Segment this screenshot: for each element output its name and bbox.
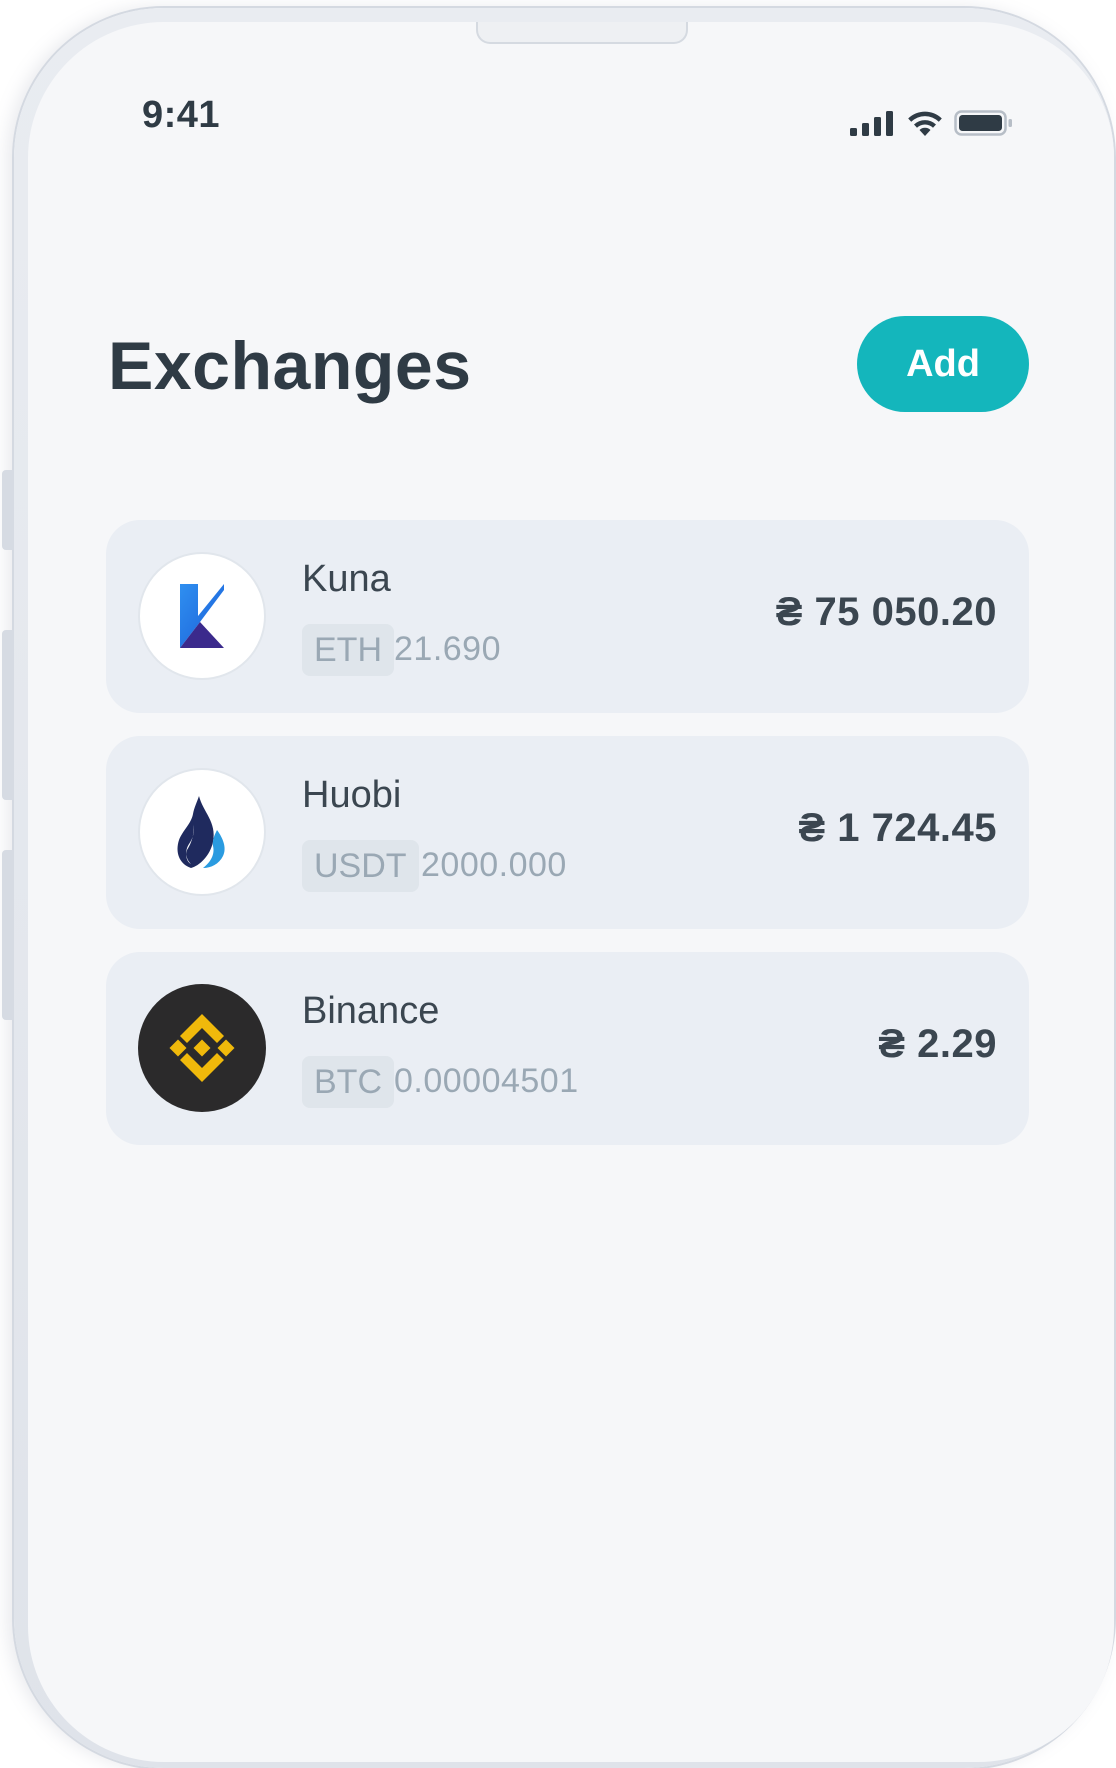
phone-side-button bbox=[2, 630, 14, 800]
speaker-notch bbox=[476, 22, 688, 44]
page-title: Exchanges bbox=[108, 328, 472, 404]
battery-icon bbox=[954, 110, 1012, 136]
add-exchange-button[interactable]: Add bbox=[857, 316, 1029, 412]
exchange-card-huobi[interactable]: Huobi USDT 2000.000 ₴ 1 724.45 bbox=[106, 736, 1029, 929]
exchange-name: Kuna bbox=[302, 558, 391, 600]
exchange-card-binance[interactable]: Binance BTC 0.00004501 ₴ 2.29 bbox=[106, 952, 1029, 1145]
phone-side-button bbox=[2, 850, 14, 1020]
crypto-amount: 2000.000 bbox=[421, 846, 567, 884]
fiat-value: ₴ 75 050.20 bbox=[775, 590, 997, 634]
phone-side-button bbox=[2, 470, 14, 550]
ticker-badge: BTC bbox=[302, 1056, 394, 1108]
huobi-logo-icon bbox=[138, 768, 266, 896]
fiat-value: ₴ 1 724.45 bbox=[798, 806, 997, 850]
crypto-amount: 21.690 bbox=[394, 630, 501, 668]
fiat-value: ₴ 2.29 bbox=[878, 1022, 997, 1066]
wifi-icon bbox=[908, 111, 942, 136]
exchange-name: Huobi bbox=[302, 774, 402, 816]
cellular-signal-icon bbox=[850, 111, 893, 136]
status-icons bbox=[850, 106, 1014, 140]
status-time: 9:41 bbox=[142, 94, 221, 136]
phone-screen: 9:41 Exchanges Add Kuna ETH 21.690 ₴ 75 … bbox=[28, 22, 1114, 1762]
exchange-card-kuna[interactable]: Kuna ETH 21.690 ₴ 75 050.20 bbox=[106, 520, 1029, 713]
kuna-logo-icon bbox=[138, 552, 266, 680]
exchange-name: Binance bbox=[302, 990, 440, 1032]
ticker-badge: ETH bbox=[302, 624, 394, 676]
binance-logo-icon bbox=[138, 984, 266, 1112]
crypto-amount: 0.00004501 bbox=[394, 1062, 579, 1100]
ticker-badge: USDT bbox=[302, 840, 419, 892]
